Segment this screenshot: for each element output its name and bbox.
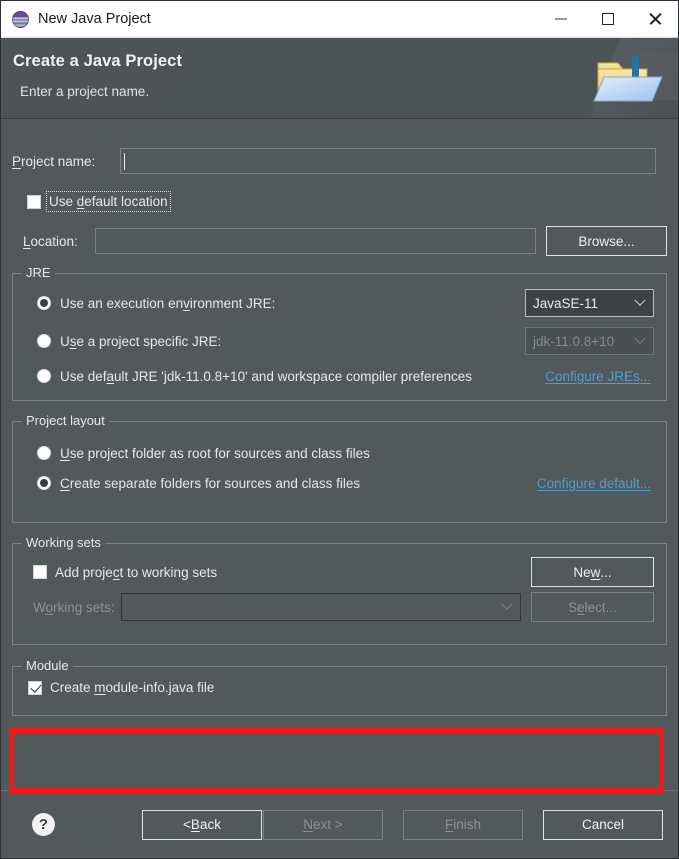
new-working-set-button[interactable]: Ne w... [531,557,654,587]
title-bar-left: New Java Project [1,10,537,28]
radio-indicator [37,446,51,460]
close-button[interactable] [631,1,678,37]
add-to-working-sets-row: Add project to working sets Ne w... [25,557,654,587]
location-row: Location: Browse... [12,226,667,256]
layout-radio-project-folder-label: Use project folder as root for sources a… [60,445,370,461]
jre-group-inner: Use an execution environment JRE: JavaSE… [13,274,666,403]
module-group-inner: Create module-info.java file [13,667,666,695]
dialog-body: Project name: Use default location Locat… [1,119,678,793]
dialog-footer: ? < Back Next > Finish Cancel [1,790,678,858]
project-layout-group: Project layout Use project folder as roo… [12,413,667,523]
module-section-highlight [9,728,664,793]
project-jre-combo: jdk-11.0.8+10 [525,327,654,355]
working-sets-group-title: Working sets [22,535,105,550]
java-project-folder-icon [590,38,678,118]
jre-group: JRE Use an execution environment JRE: Ja… [12,265,667,403]
text-caret [124,153,125,170]
project-name-row: Project name: [12,148,667,174]
back-button[interactable]: < Back [142,809,262,840]
next-button: Next > [263,809,383,840]
jre-option-project-specific-row: Use a project specific JRE: jdk-11.0.8+1… [25,326,654,356]
module-group-title: Module [22,658,73,673]
project-layout-group-title: Project layout [22,413,109,428]
chevron-down-icon [494,594,520,620]
new-java-project-dialog: New Java Project Create a Java Project E… [0,0,679,859]
minimize-button[interactable] [537,1,584,37]
use-default-location-label: Use default location [46,191,171,212]
chevron-down-icon [627,290,653,316]
footer-buttons: < Back Next > Finish Cancel [142,809,664,840]
radio-indicator [37,296,51,310]
maximize-button[interactable] [584,1,631,37]
jre-radio-project-specific-label: Use a project specific JRE: [60,333,222,349]
jre-radio-project-specific[interactable]: Use a project specific JRE: [37,334,525,349]
window-controls [537,1,678,37]
eclipse-icon [12,10,29,28]
layout-option-separate-folders-row: Create separate folders for sources and … [25,469,654,497]
radio-indicator [37,476,51,490]
checkbox-box [27,194,41,209]
execution-environment-combo[interactable]: JavaSE-11 [525,289,654,317]
project-jre-combo-value: jdk-11.0.8+10 [533,333,615,349]
location-label: Location: [23,233,78,249]
cancel-button[interactable]: Cancel [543,809,663,840]
execution-environment-combo-value: JavaSE-11 [533,295,599,311]
add-to-working-sets-checkbox[interactable]: Add project to working sets [33,565,531,580]
project-layout-group-inner: Use project folder as root for sources a… [13,422,666,511]
jre-radio-default-label: Use default JRE 'jdk-11.0.8+10' and work… [60,368,473,384]
minimize-icon [554,18,567,20]
project-name-label: Project name: [12,153,96,169]
radio-indicator [37,334,51,348]
title-bar: New Java Project [1,1,678,38]
layout-option-project-folder-row: Use project folder as root for sources a… [25,439,654,467]
working-sets-group: Working sets Add project to working sets… [12,535,667,645]
help-icon[interactable]: ? [32,813,55,836]
checkbox-box [33,565,47,579]
maximize-icon [601,13,614,25]
working-sets-group-inner: Add project to working sets Ne w... Worki… [13,544,666,636]
layout-radio-project-folder[interactable]: Use project folder as root for sources a… [37,446,654,461]
chevron-down-icon [627,328,653,354]
module-group: Module Create module-info.java file [12,658,667,716]
working-sets-combo [121,593,521,621]
checkbox-box [28,680,42,695]
working-sets-select-row: Working sets: Se lect... [25,592,654,622]
select-working-set-button: Se lect... [531,592,654,622]
layout-radio-separate-folders[interactable]: Create separate folders for sources and … [37,476,537,491]
jre-radio-default[interactable]: Use default JRE 'jdk-11.0.8+10' and work… [37,369,545,384]
jre-option-execution-env-row: Use an execution environment JRE: JavaSE… [25,288,654,318]
create-module-info-checkbox[interactable]: Create module-info.java file [28,680,654,695]
add-to-working-sets-label: Add project to working sets [55,564,218,580]
finish-button: Finish [403,809,523,840]
radio-indicator [37,369,51,383]
jre-radio-execution-env[interactable]: Use an execution environment JRE: [37,296,525,311]
close-icon [648,12,662,26]
browse-button[interactable]: Browse... [546,226,667,256]
jre-radio-execution-env-label: Use an execution environment JRE: [60,295,276,311]
use-default-location-checkbox[interactable]: Use default location [27,191,667,212]
page-title: Create a Java Project [13,52,183,70]
project-name-input[interactable] [120,148,656,174]
configure-jres-link[interactable]: Configure JREs... [545,369,651,384]
create-module-info-label: Create module-info.java file [50,680,215,695]
layout-radio-separate-folders-label: Create separate folders for sources and … [60,475,361,491]
jre-group-title: JRE [22,265,55,280]
window-title: New Java Project [38,11,151,27]
working-sets-label: Working sets: [33,599,115,615]
configure-default-link[interactable]: Configure default... [537,476,651,491]
location-input[interactable] [95,228,536,254]
jre-option-default-row: Use default JRE 'jdk-11.0.8+10' and work… [25,363,654,389]
dialog-header: Create a Java Project Enter a project na… [1,38,678,119]
